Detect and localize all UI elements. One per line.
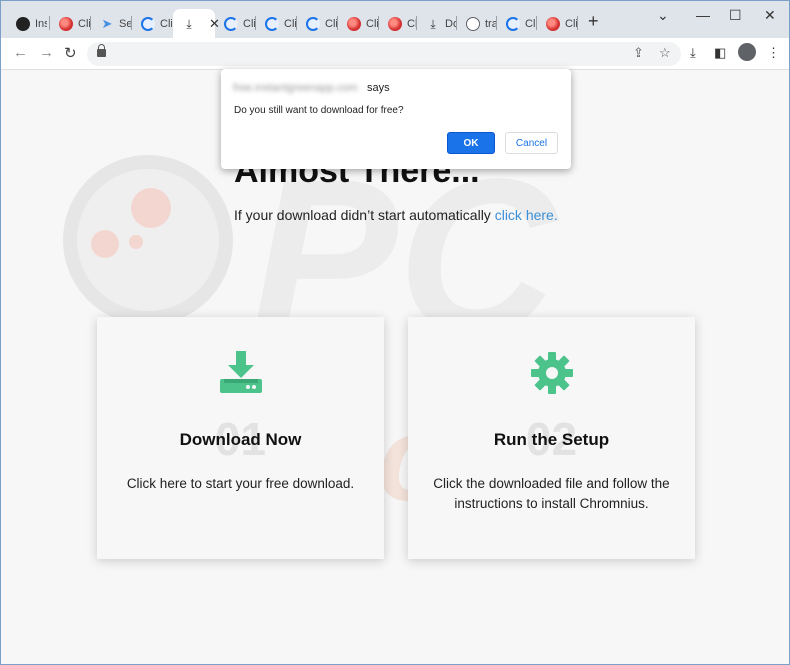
tab-label: Cli [325,17,337,30]
menu-icon[interactable]: ⋮ [767,45,780,61]
download-tray-icon [218,351,264,400]
tab-label: Se [119,17,131,30]
watermark-magnifier [63,155,233,325]
tab-label: Ins [35,17,47,30]
run-setup-card[interactable]: 02 Run the Setup Click the downloaded fi… [408,317,695,559]
maximize-icon[interactable]: ☐ [729,7,742,24]
dialog-message: Do you still want to download for free? [234,105,404,116]
card-title: Run the Setup [493,430,610,449]
gear-icon [530,351,574,400]
share-icon[interactable]: ⇪ [633,45,644,61]
film-icon [16,16,30,31]
avatar[interactable] [738,43,756,61]
star-icon[interactable]: ☆ [659,45,671,61]
tab-label: Cli [243,17,255,30]
forward-icon[interactable]: → [39,44,54,61]
send-icon: ➤ [101,15,113,31]
card-description: Click here to start your free download. [126,476,355,491]
tab-label: Cli [565,17,577,30]
download-now-card[interactable]: 01 Download Now Click here to start your… [97,317,384,559]
tab-4[interactable]: Cli [132,9,173,38]
downloads-icon[interactable]: ⤓ [690,45,696,61]
tab-14[interactable]: Cli [537,9,578,38]
download-icon: ⤓ [430,16,436,31]
watermark-dot [91,230,119,258]
tab-label: Cli [160,17,172,30]
cancel-button[interactable]: Cancel [505,132,558,154]
new-tab-button[interactable]: + [588,11,599,32]
edge-icon [265,16,279,31]
back-icon[interactable]: ← [13,44,28,61]
minimize-icon[interactable]: — [696,7,710,23]
watermark-dot [129,235,143,249]
red-notification-icon [59,16,73,31]
subtitle-text: If your download didn’t start automatica… [234,207,491,223]
edge-icon [306,16,320,31]
reload-icon[interactable]: ↻ [64,44,77,62]
red-notification-icon [347,16,361,31]
card-title: Download Now [179,430,302,449]
edge-icon [224,16,238,31]
lock-icon[interactable] [97,44,106,57]
dialog-says: says [367,82,390,94]
address-bar[interactable] [87,42,681,66]
browser-toolbar: ← → ↻ ⇪ ☆ ⤓ ◧ ⋮ [1,38,789,70]
subtitle: If your download didn’t start automatica… [234,207,558,223]
dialog-host: free.instantgreenapp.com [233,82,358,94]
tab-6[interactable]: Cli [215,9,256,38]
tab-strip: Ins Cli ➤Se Cli ⤓✕ Cli Cli Cli Cli Cli ⤓… [1,1,789,38]
close-window-icon[interactable]: ✕ [764,7,776,24]
watermark-dot [131,188,171,228]
tab-7[interactable]: Cli [256,9,297,38]
red-notification-icon [546,16,560,31]
side-panel-icon[interactable]: ◧ [714,45,726,61]
tab-10[interactable]: Cli [379,9,417,38]
tab-12[interactable]: tra [457,9,497,38]
tab-active[interactable]: ⤓ ✕ [173,9,220,38]
ok-button[interactable]: OK [447,132,495,154]
download-icon: ⤓ [186,16,192,31]
tab-8[interactable]: Cli [297,9,338,38]
tab-label: Cli [284,17,296,30]
click-here-link[interactable]: click here. [495,207,558,223]
card-description: Click the downloaded file and follow the… [433,476,670,511]
red-notification-icon [388,16,402,31]
globe-icon [466,16,480,31]
tab-3[interactable]: ➤ Se [91,9,132,38]
edge-icon [506,16,520,31]
tab-2[interactable]: Cli [50,9,91,38]
tab-1[interactable]: Ins [7,9,50,38]
js-confirm-dialog: free.instantgreenapp.com says Do you sti… [221,69,571,169]
edge-icon [141,16,155,31]
tab-9[interactable]: Cli [338,9,379,38]
tab-13[interactable]: Cli [497,9,537,38]
tab-11[interactable]: ⤓Do [417,9,457,38]
tab-label: Cli [78,17,90,30]
tab-search-icon[interactable]: ⌄ [657,7,669,24]
tab-label: Cli [366,17,378,30]
browser-window: Ins Cli ➤Se Cli ⤓✕ Cli Cli Cli Cli Cli ⤓… [0,0,790,665]
